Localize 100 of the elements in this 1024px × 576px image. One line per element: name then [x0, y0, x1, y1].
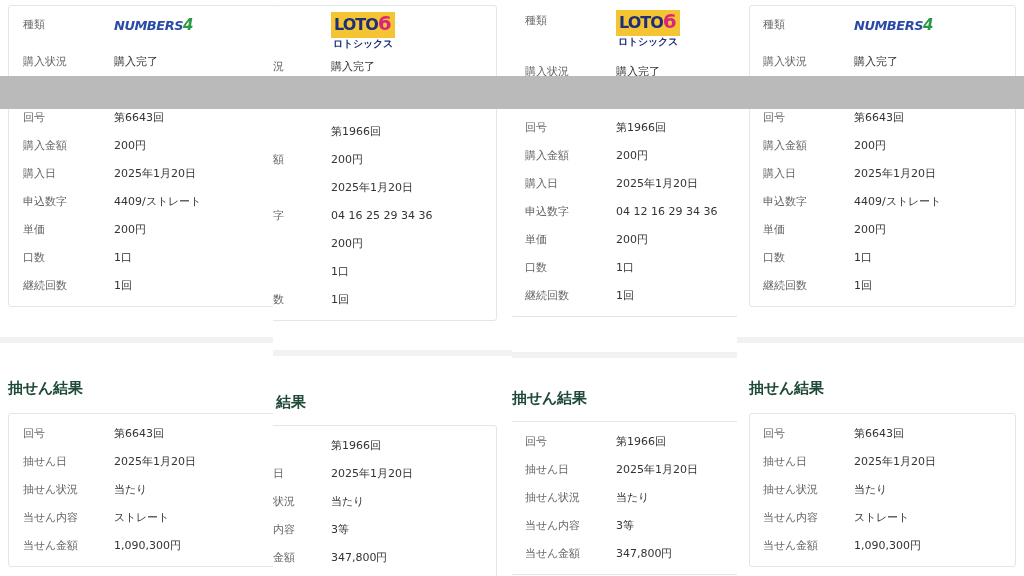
section-heading: 抽せん結果: [512, 388, 588, 408]
field-label: 申込数字: [525, 205, 569, 218]
field-label: 単価: [23, 223, 45, 236]
field-value: 当たり: [331, 494, 364, 510]
field-value: 4409/ストレート: [854, 194, 941, 210]
field-label: 抽せん日: [763, 455, 807, 468]
field-label: 購入状況: [23, 55, 67, 68]
section-heading: 抽せん結果: [8, 378, 84, 398]
field-label: 口数: [763, 251, 785, 264]
field-value: 3等: [331, 522, 349, 538]
field-value: 第6643回: [114, 110, 164, 126]
field-value: 第1966回: [616, 120, 666, 136]
field-label: 抽せん状況: [23, 483, 78, 496]
field-label: 当せん金額: [525, 547, 580, 560]
field-value: 第1966回: [331, 438, 381, 454]
field-label: 口数: [23, 251, 45, 264]
field-label: 購入金額: [763, 139, 807, 152]
field-label: 況: [273, 60, 284, 73]
field-label: 回号: [23, 427, 45, 440]
field-value: 3等: [616, 518, 634, 534]
field-value: 2025年1月20日: [331, 466, 413, 482]
field-label: 購入金額: [23, 139, 67, 152]
field-label: 回号: [23, 111, 45, 124]
field-value: 第6643回: [854, 426, 904, 442]
field-value: 4409/ストレート: [114, 194, 201, 210]
field-value: ストレート: [114, 510, 169, 526]
field-value: 2025年1月20日: [114, 454, 196, 470]
field-label: 抽せん状況: [763, 483, 818, 496]
field-label: 当せん内容: [23, 511, 78, 524]
brand-logo: LOTO6 ロトシックス: [616, 10, 680, 48]
field-label: 購入状況: [763, 55, 807, 68]
field-value: 1,090,300円: [114, 538, 181, 554]
field-value: 2025年1月20日: [854, 166, 936, 182]
field-value: 当たり: [616, 490, 649, 506]
field-value: 第6643回: [114, 426, 164, 442]
field-value: 当たり: [854, 482, 887, 498]
field-value: 1,090,300円: [854, 538, 921, 554]
field-value: 2025年1月20日: [114, 166, 196, 182]
field-value: 200円: [114, 138, 146, 154]
field-label: 抽せん状況: [525, 491, 580, 504]
field-label: 種類: [525, 14, 547, 27]
field-label: 当せん金額: [23, 539, 78, 552]
field-value: 1口: [616, 260, 634, 276]
field-value: 347,800円: [616, 546, 673, 562]
field-label: 単価: [525, 233, 547, 246]
brand-logo: NUMBERS4: [854, 17, 933, 34]
field-value: 購入完了: [114, 54, 158, 70]
field-label: 回号: [763, 427, 785, 440]
field-value: 200円: [854, 138, 886, 154]
field-value: ストレート: [854, 510, 909, 526]
field-label: 購入日: [23, 167, 56, 180]
field-label: 種類: [763, 18, 785, 31]
field-label: 当せん内容: [763, 511, 818, 524]
field-value: 347,800円: [331, 550, 388, 566]
brand-logo: LOTO6 ロトシックス: [331, 12, 395, 50]
field-value: 1回: [114, 278, 132, 294]
field-label: 購入状況: [525, 65, 569, 78]
field-value: 1口: [331, 264, 349, 280]
field-label: 当せん内容: [525, 519, 580, 532]
field-value: 購入完了: [854, 54, 898, 70]
field-value: 2025年1月20日: [854, 454, 936, 470]
field-value: 200円: [616, 148, 648, 164]
field-value: 1回: [616, 288, 634, 304]
field-label: 継続回数: [23, 279, 67, 292]
field-label: 金額: [273, 551, 295, 564]
field-value: 購入完了: [616, 64, 660, 80]
field-value: 1回: [854, 278, 872, 294]
field-value: 200円: [331, 152, 363, 168]
field-label: 抽せん日: [525, 463, 569, 476]
field-value: 04 16 25 29 34 36: [331, 208, 433, 224]
field-value: 当たり: [114, 482, 147, 498]
field-label: 単価: [763, 223, 785, 236]
field-value: 04 12 16 29 34 36: [616, 204, 718, 220]
field-value: 1口: [114, 250, 132, 266]
field-value: 1回: [331, 292, 349, 308]
field-label: 回号: [525, 435, 547, 448]
field-value: 第1966回: [616, 434, 666, 450]
field-label: 口数: [525, 261, 547, 274]
section-heading: 結果: [276, 392, 307, 412]
field-label: 購入金額: [525, 149, 569, 162]
field-label: 申込数字: [23, 195, 67, 208]
field-label: 購入日: [763, 167, 796, 180]
field-value: 200円: [616, 232, 648, 248]
field-label: 日: [273, 467, 284, 480]
field-label: 抽せん日: [23, 455, 67, 468]
field-label: 内容: [273, 523, 295, 536]
field-value: 2025年1月20日: [616, 462, 698, 478]
field-value: 200円: [114, 222, 146, 238]
field-label: 購入日: [525, 177, 558, 190]
field-label: 回号: [525, 121, 547, 134]
field-value: 1口: [854, 250, 872, 266]
field-value: 2025年1月20日: [331, 180, 413, 196]
brand-logo: NUMBERS4: [114, 17, 193, 34]
field-value: 200円: [854, 222, 886, 238]
field-label: 回号: [763, 111, 785, 124]
field-label: 数: [273, 293, 284, 306]
field-value: 200円: [331, 236, 363, 252]
field-label: 額: [273, 153, 284, 166]
field-value: 購入完了: [331, 59, 375, 75]
field-label: 状況: [273, 495, 295, 508]
